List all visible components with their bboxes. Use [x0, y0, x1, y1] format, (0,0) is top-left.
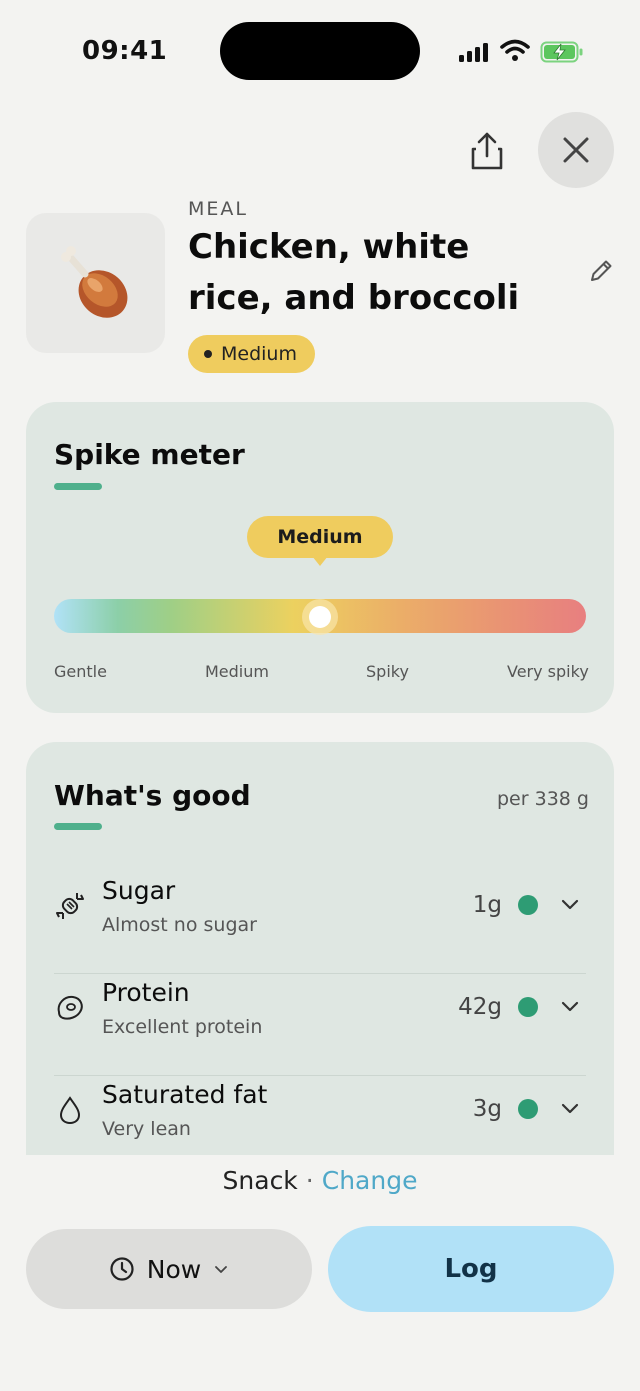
chevron-down-icon [561, 1103, 579, 1114]
meal-kicker: MEAL [188, 198, 248, 220]
nutrient-name: Saturated fat [102, 1080, 268, 1109]
share-button[interactable] [462, 126, 512, 176]
pencil-icon [591, 260, 612, 281]
meal-image [26, 213, 165, 353]
meal-title: Chicken, white rice, and broccoli [188, 227, 520, 318]
nutrient-value: 1g [472, 892, 502, 918]
meal-type-label: Snack [222, 1166, 298, 1195]
spike-level-badge: Medium [188, 335, 315, 373]
whats-good-title: What's good [54, 779, 251, 812]
title-underline [54, 823, 102, 830]
time-label: Now [146, 1254, 202, 1284]
time-select-button[interactable]: Now [26, 1229, 312, 1309]
separator: · [305, 1166, 314, 1195]
spike-indicator-label: Medium [247, 516, 393, 558]
chevron-down-icon [215, 1266, 228, 1273]
drop-icon [59, 1096, 81, 1125]
scale-label-medium: Medium [205, 662, 269, 681]
spike-meter-title: Spike meter [54, 438, 245, 471]
change-meal-type-link[interactable]: Change [322, 1166, 418, 1195]
close-icon [563, 137, 589, 163]
status-time: 09:41 [82, 36, 168, 66]
title-underline [54, 483, 102, 490]
chicken-drumstick-icon [60, 246, 127, 318]
nutrient-row-protein[interactable]: Protein Excellent protein 42g [54, 978, 586, 1076]
row-divider [54, 1075, 586, 1076]
nutrient-row-sugar[interactable]: Sugar Almost no sugar 1g [54, 876, 586, 974]
nutrient-value: 42g [458, 994, 502, 1020]
battery-charging-icon [540, 40, 584, 64]
scale-label-very-spiky: Very spiky [507, 662, 589, 681]
row-divider [54, 973, 586, 974]
badge-dot [204, 350, 212, 358]
cellular-signal-icon [459, 42, 491, 62]
status-dot [518, 1099, 538, 1119]
spike-knob [309, 606, 331, 628]
tooltip-arrow [312, 556, 328, 566]
per-weight-label: per 338 g [497, 788, 589, 810]
candy-icon [56, 893, 84, 919]
status-dot [518, 997, 538, 1017]
close-button[interactable] [538, 112, 614, 188]
edit-button[interactable] [586, 256, 616, 286]
share-icon [471, 132, 503, 170]
nutrient-description: Almost no sugar [102, 914, 257, 936]
chevron-down-icon [561, 899, 579, 910]
steak-icon [57, 995, 83, 1020]
clock-icon [110, 1257, 134, 1281]
nutrient-value: 3g [472, 1096, 502, 1122]
scale-label-spiky: Spiky [366, 662, 409, 681]
meal-type-row: Snack · Change [0, 1166, 640, 1195]
nutrient-description: Very lean [102, 1118, 191, 1140]
wifi-icon [500, 38, 530, 62]
log-button[interactable]: Log [328, 1226, 614, 1312]
status-dot [518, 895, 538, 915]
dynamic-island [220, 22, 420, 80]
nutrient-name: Protein [102, 978, 190, 1007]
nutrient-name: Sugar [102, 876, 176, 905]
chevron-down-icon [561, 1001, 579, 1012]
scale-label-gentle: Gentle [54, 662, 107, 681]
nutrient-description: Excellent protein [102, 1016, 263, 1038]
badge-label: Medium [221, 343, 297, 365]
